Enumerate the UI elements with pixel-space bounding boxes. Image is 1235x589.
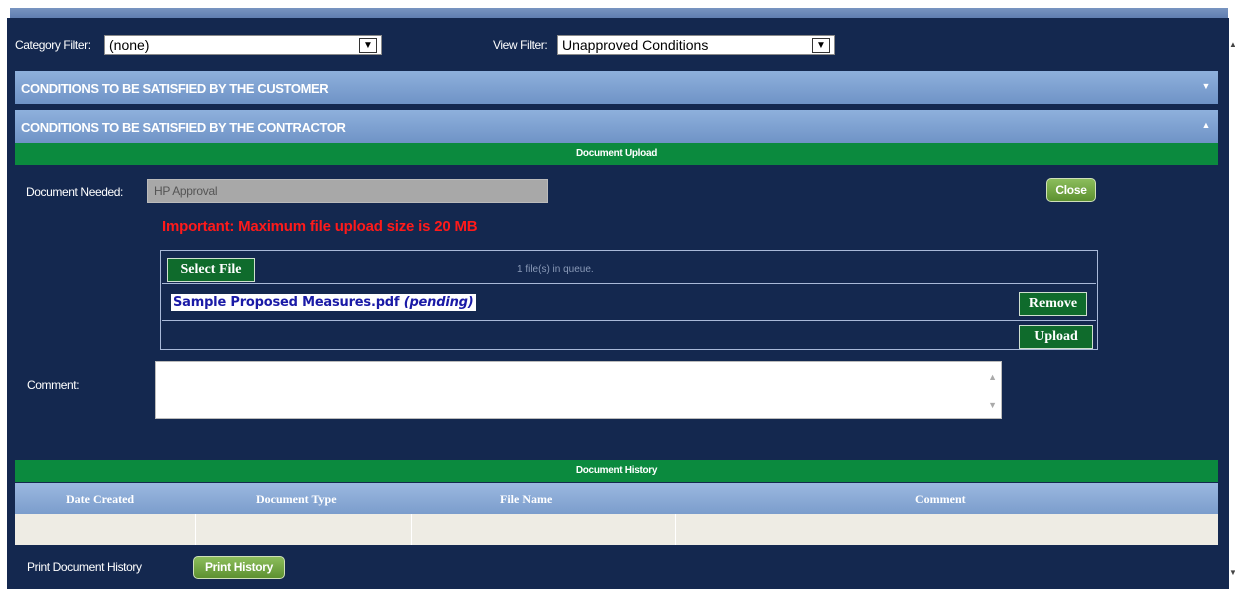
upload-button[interactable]: Upload xyxy=(1019,325,1093,349)
table-cell xyxy=(676,514,1218,545)
category-filter-select[interactable]: (none) ▼ xyxy=(104,35,382,55)
top-header-bar xyxy=(10,0,1228,20)
column-date-created[interactable]: Date Created xyxy=(66,492,134,507)
triangle-up-icon[interactable]: ▲ xyxy=(1201,120,1210,130)
chevron-down-icon[interactable]: ▼ xyxy=(812,38,830,53)
customer-conditions-title: CONDITIONS TO BE SATISFIED BY THE CUSTOM… xyxy=(21,81,329,96)
upload-queue-box: Select File 1 file(s) in queue. Sample P… xyxy=(160,250,1098,350)
contractor-conditions-title: CONDITIONS TO BE SATISFIED BY THE CONTRA… xyxy=(21,120,346,135)
view-filter-value: Unapproved Conditions xyxy=(562,37,709,53)
contractor-conditions-header[interactable]: CONDITIONS TO BE SATISFIED BY THE CONTRA… xyxy=(15,110,1218,143)
category-filter-value: (none) xyxy=(109,37,150,53)
queued-file[interactable]: Sample Proposed Measures.pdf (pending) xyxy=(171,294,476,311)
view-filter-select[interactable]: Unapproved Conditions ▼ xyxy=(557,35,835,55)
queue-file-row: Sample Proposed Measures.pdf (pending) R… xyxy=(162,285,1096,321)
column-document-type[interactable]: Document Type xyxy=(256,492,337,507)
category-filter-label: Category Filter: xyxy=(15,38,91,52)
history-table-header: Date Created Document Type File Name Com… xyxy=(15,483,1218,514)
upload-size-warning: Important: Maximum file upload size is 2… xyxy=(162,218,478,235)
queue-count: 1 file(s) in queue. xyxy=(517,264,594,275)
comment-label: Comment: xyxy=(27,378,80,392)
document-upload-title: Document Upload xyxy=(15,143,1218,165)
queue-toolbar: Select File 1 file(s) in queue. xyxy=(162,252,1096,284)
document-needed-field: HP Approval xyxy=(147,179,548,203)
page-scrollbar[interactable]: ▲ ▼ xyxy=(1229,18,1235,589)
scroll-up-icon[interactable]: ▲ xyxy=(988,372,997,382)
close-button[interactable]: Close xyxy=(1046,178,1096,202)
chevron-down-icon[interactable]: ▼ xyxy=(359,38,377,53)
remove-button[interactable]: Remove xyxy=(1019,292,1087,316)
file-status: (pending) xyxy=(403,295,474,310)
table-cell xyxy=(412,514,676,545)
scroll-down-icon[interactable]: ▼ xyxy=(1229,568,1235,577)
scroll-up-icon[interactable]: ▲ xyxy=(1229,40,1235,49)
column-file-name[interactable]: File Name xyxy=(500,492,552,507)
table-cell xyxy=(15,514,196,545)
print-history-label: Print Document History xyxy=(27,560,142,574)
table-cell xyxy=(196,514,412,545)
triangle-down-icon[interactable]: ▼ xyxy=(1201,81,1210,91)
table-row xyxy=(15,514,1218,545)
column-comment[interactable]: Comment xyxy=(915,492,966,507)
customer-conditions-header[interactable]: CONDITIONS TO BE SATISFIED BY THE CUSTOM… xyxy=(15,71,1218,104)
scroll-down-icon[interactable]: ▼ xyxy=(988,400,997,410)
document-history-title: Document History xyxy=(15,460,1218,482)
print-history-button[interactable]: Print History xyxy=(193,556,285,579)
comment-textarea[interactable]: ▲ ▼ xyxy=(155,361,1002,419)
document-needed-label: Document Needed: xyxy=(26,185,123,199)
select-file-button[interactable]: Select File xyxy=(167,258,255,282)
view-filter-label: View Filter: xyxy=(493,38,548,52)
